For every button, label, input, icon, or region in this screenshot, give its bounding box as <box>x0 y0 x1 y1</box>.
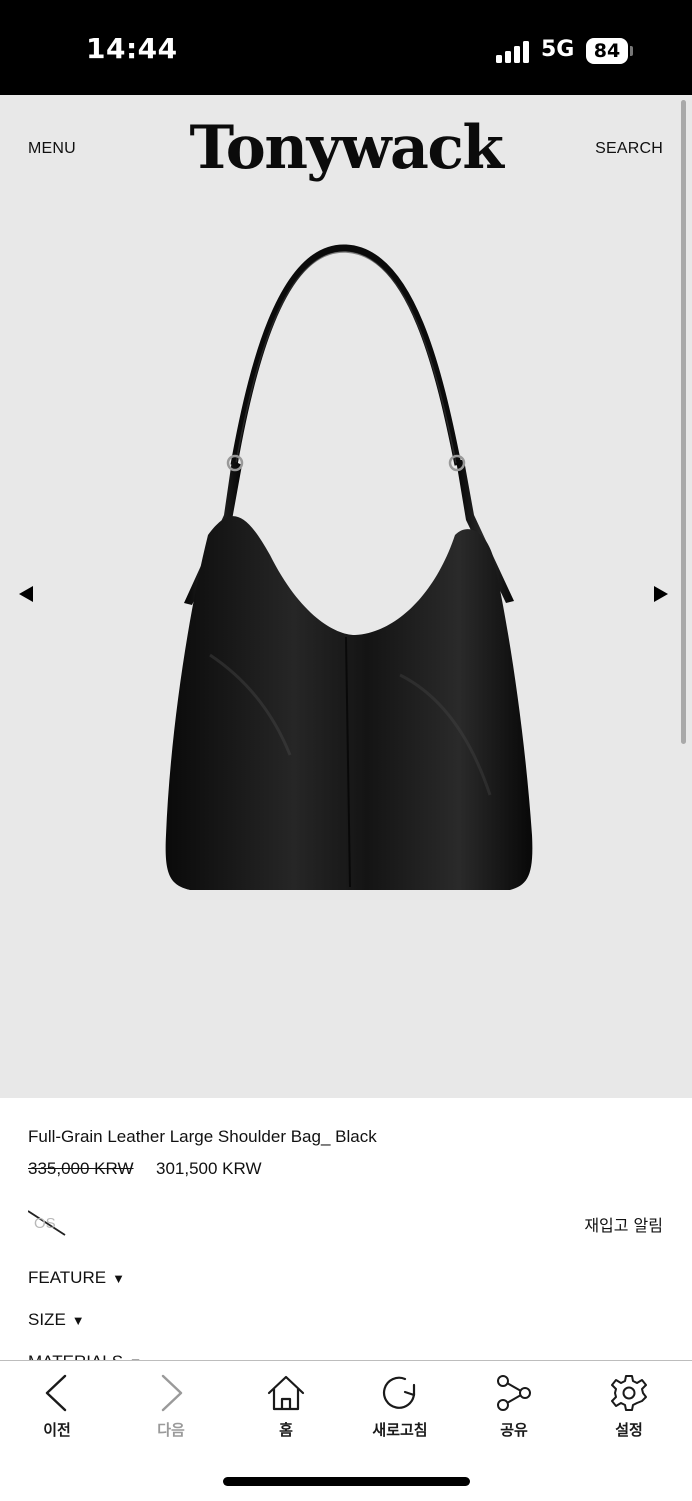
size-option-label: OS <box>34 1215 56 1232</box>
settings-button[interactable]: 설정 <box>584 1373 674 1440</box>
triangle-right-icon[interactable] <box>654 586 668 602</box>
brand-logo[interactable]: Tonywack <box>0 113 692 183</box>
caret-down-icon: ▼ <box>71 1313 85 1328</box>
share-button[interactable]: 공유 <box>469 1373 559 1440</box>
accordion-label: SIZE <box>28 1310 66 1329</box>
toolbar-label: 홈 <box>279 1421 293 1439</box>
caret-down-icon: ▼ <box>112 1271 125 1286</box>
product-name: Full-Grain Leather Large Shoulder Bag_ B… <box>28 1127 377 1146</box>
signal-icon <box>496 41 529 63</box>
original-price: 335,000 KRW <box>28 1159 134 1178</box>
toolbar-label: 이전 <box>43 1421 71 1439</box>
battery-tip <box>630 46 633 56</box>
back-button[interactable]: 이전 <box>12 1373 102 1440</box>
restock-alert-button[interactable]: 재입고 알림 <box>584 1212 663 1236</box>
gear-icon <box>611 1375 647 1411</box>
accordion-label: MATERIALS <box>28 1352 123 1360</box>
accordion-label: FEATURE <box>28 1268 107 1287</box>
forward-button[interactable]: 다음 <box>126 1373 216 1440</box>
scrollbar[interactable] <box>681 100 686 744</box>
home-indicator[interactable] <box>223 1477 470 1486</box>
toolbar-label: 설정 <box>615 1421 643 1439</box>
network-type: 5G <box>541 37 575 62</box>
home-icon <box>267 1375 305 1411</box>
search-button[interactable]: SEARCH <box>595 140 663 158</box>
chevron-left-icon <box>45 1374 67 1412</box>
toolbar-label: 공유 <box>500 1421 528 1439</box>
status-bar: 14:44 5G 84 <box>0 0 692 95</box>
status-time: 14:44 <box>86 32 178 65</box>
refresh-icon <box>383 1376 416 1409</box>
accordion-feature[interactable]: FEATURE ▼ <box>28 1268 125 1288</box>
product-gallery: MENU Tonywack SEARCH <box>0 95 692 1098</box>
sale-price: 301,500 KRW <box>156 1159 262 1178</box>
accordion-size[interactable]: SIZE ▼ <box>28 1310 85 1330</box>
refresh-button[interactable]: 새로고침 <box>355 1373 445 1440</box>
battery-icon: 84 <box>586 38 628 64</box>
accordion-materials[interactable]: MATERIALS▼ <box>28 1352 142 1360</box>
toolbar-label: 새로고침 <box>372 1421 428 1439</box>
home-button[interactable]: 홈 <box>241 1373 331 1440</box>
chevron-right-icon <box>161 1374 183 1412</box>
triangle-left-icon[interactable] <box>19 586 33 602</box>
product-image <box>165 244 533 890</box>
toolbar-label: 다음 <box>157 1421 185 1439</box>
share-icon <box>497 1375 531 1411</box>
